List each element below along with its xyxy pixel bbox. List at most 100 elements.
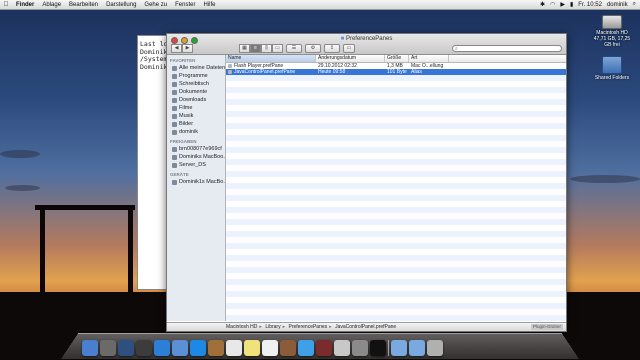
titlebar[interactable]: ■ PreferencePanes ◀ ▶ ▦ ≡ ⫼ ▭ ☰ ⚙ ↥ ▭ ⌕ xyxy=(167,34,566,55)
photo-icon[interactable] xyxy=(280,340,296,356)
network-device-icon xyxy=(172,146,177,152)
file-name-cell: JavaControlPanel.prefPane xyxy=(226,69,316,75)
view-buttons: ▦ ≡ ⫼ ▭ xyxy=(239,43,283,53)
terminal-icon[interactable] xyxy=(370,340,386,356)
sidebar-item-documents[interactable]: Dokumente xyxy=(167,88,225,96)
menu-bearbeiten[interactable]: Bearbeiten xyxy=(65,2,102,8)
menu-darstellung[interactable]: Darstellung xyxy=(102,2,140,8)
sidebar-header-shared: FREIGABEN xyxy=(170,139,197,144)
contacts-icon[interactable] xyxy=(208,340,224,356)
menu-hilfe[interactable]: Hilfe xyxy=(199,2,219,8)
applications-icon xyxy=(172,73,177,79)
column-header-kind[interactable]: Art xyxy=(409,55,449,62)
finder-icon[interactable] xyxy=(82,340,98,356)
volume-icon[interactable]: ▶ xyxy=(560,1,565,8)
column-header-name[interactable]: Name xyxy=(226,55,316,62)
coverflow-view-button[interactable]: ▭ xyxy=(272,43,283,53)
bluetooth-icon[interactable]: ✱ xyxy=(540,1,545,8)
window-title: ■ PreferencePanes xyxy=(167,36,566,42)
mission-control-icon[interactable] xyxy=(118,340,134,356)
sidebar-item-label: Musik xyxy=(179,113,194,119)
alias-icon xyxy=(228,70,232,74)
sidebar-item-label: Server_DS xyxy=(179,162,206,168)
menubar-clock[interactable]: Fr. 10:52 xyxy=(578,2,602,8)
menubar:  Finder Ablage Bearbeiten Darstellung G… xyxy=(0,0,640,10)
spotlight-icon[interactable]: ⌕ xyxy=(633,1,636,8)
itunes-icon[interactable] xyxy=(298,340,314,356)
column-headers: Name Änderungsdatum Größe Art xyxy=(226,55,566,63)
cloud xyxy=(5,185,40,191)
movies-icon xyxy=(172,105,177,111)
file-list: Name Änderungsdatum Größe Art Flash Play… xyxy=(226,55,566,321)
apple-menu-icon[interactable]:  xyxy=(0,1,12,8)
safari-icon[interactable] xyxy=(190,340,206,356)
back-button[interactable]: ◀ xyxy=(171,43,182,53)
tower-silhouette xyxy=(40,205,45,295)
edit-tags-button[interactable]: ▭ xyxy=(343,43,355,53)
notes-icon[interactable] xyxy=(244,340,260,356)
app-store-icon[interactable] xyxy=(154,340,170,356)
launchpad-icon[interactable] xyxy=(100,340,116,356)
desktop-icon-macintosh-hd[interactable]: Macintosh HD 47,71 GB, 17,25 GB frei xyxy=(590,12,634,48)
menu-ablage[interactable]: Ablage xyxy=(38,2,65,8)
arrange-button[interactable]: ☰ xyxy=(286,43,302,53)
sidebar-item-applications[interactable]: Programme xyxy=(167,72,225,80)
folder-icon[interactable] xyxy=(391,340,407,356)
dashboard-icon[interactable] xyxy=(136,340,152,356)
prefpane-icon xyxy=(228,64,232,68)
sidebar-item-all-files[interactable]: Alle meine Dateien xyxy=(167,64,225,72)
sidebar-item-shared-printer[interactable]: brn008077e969cf xyxy=(167,145,225,153)
search-input[interactable]: ⌕ xyxy=(452,44,562,52)
sidebar: FAVORITEN Alle meine Dateien Programme S… xyxy=(167,55,226,321)
tower-silhouette xyxy=(128,205,133,295)
forward-button[interactable]: ▶ xyxy=(182,43,193,53)
sidebar-item-music[interactable]: Musik xyxy=(167,112,225,120)
menu-gehe-zu[interactable]: Gehe zu xyxy=(140,2,171,8)
calendar-icon[interactable] xyxy=(226,340,242,356)
action-gear-icon[interactable]: ⚙ xyxy=(305,43,321,53)
mail-icon[interactable] xyxy=(172,340,188,356)
sidebar-item-movies[interactable]: Filme xyxy=(167,104,225,112)
nav-buttons: ◀ ▶ xyxy=(171,43,193,53)
sidebar-item-label: Bilder xyxy=(179,121,194,127)
desktop-icon-sublabel: 47,71 GB, 17,25 GB frei xyxy=(593,36,631,48)
menu-fenster[interactable]: Fenster xyxy=(171,2,199,8)
sidebar-item-downloads[interactable]: Downloads xyxy=(167,96,225,104)
trash-icon[interactable] xyxy=(427,340,443,356)
downloads-icon[interactable] xyxy=(409,340,425,356)
laptop-icon xyxy=(172,179,177,185)
column-header-size[interactable]: Größe xyxy=(385,55,409,62)
reminders-icon[interactable] xyxy=(262,340,278,356)
file-rows: Flash Player.prefPane 29.10.2012 02:32 1… xyxy=(226,63,566,321)
sidebar-item-label: Dominik1s MacBo... xyxy=(179,179,226,185)
share-button[interactable]: ↥ xyxy=(324,43,340,53)
icon-view-button[interactable]: ▦ xyxy=(239,43,250,53)
documents-icon xyxy=(172,89,177,95)
sidebar-header-favorites: FAVORITEN xyxy=(170,58,196,63)
menubar-user[interactable]: dominik xyxy=(607,2,628,8)
hard-drive-icon xyxy=(602,15,622,29)
sidebar-item-shared-macbook[interactable]: Dominiks MacBoo... xyxy=(167,153,225,161)
list-view-button[interactable]: ≡ xyxy=(250,43,261,53)
window-title-text: PreferencePanes xyxy=(345,36,393,42)
sidebar-item-device[interactable]: Dominik1s MacBo... xyxy=(167,178,225,186)
sidebar-item-home[interactable]: dominik xyxy=(167,128,225,136)
sidebar-item-pictures[interactable]: Bilder xyxy=(167,120,225,128)
sidebar-item-desktop[interactable]: Schreibtisch xyxy=(167,80,225,88)
server-icon xyxy=(172,162,177,168)
sidebar-item-label: Programme xyxy=(179,73,208,79)
toolbar: ◀ ▶ ▦ ≡ ⫼ ▭ ☰ ⚙ ↥ ▭ ⌕ xyxy=(171,43,562,53)
desktop-icon-shared-folders[interactable]: Shared Folders xyxy=(590,56,634,81)
folder-icon: ■ xyxy=(340,36,345,42)
column-view-button[interactable]: ⫼ xyxy=(261,43,272,53)
system-preferences-icon[interactable] xyxy=(352,340,368,356)
photo-booth-icon[interactable] xyxy=(316,340,332,356)
menu-finder[interactable]: Finder xyxy=(12,2,38,8)
column-header-date[interactable]: Änderungsdatum xyxy=(316,55,385,62)
wifi-icon[interactable]: ◠ xyxy=(550,1,555,8)
sidebar-item-shared-server[interactable]: Server_DS xyxy=(167,161,225,169)
preview-icon[interactable] xyxy=(334,340,350,356)
battery-icon[interactable]: ▮ xyxy=(570,1,573,8)
file-date: Heute 09:58 xyxy=(318,69,346,75)
music-icon xyxy=(172,113,177,119)
